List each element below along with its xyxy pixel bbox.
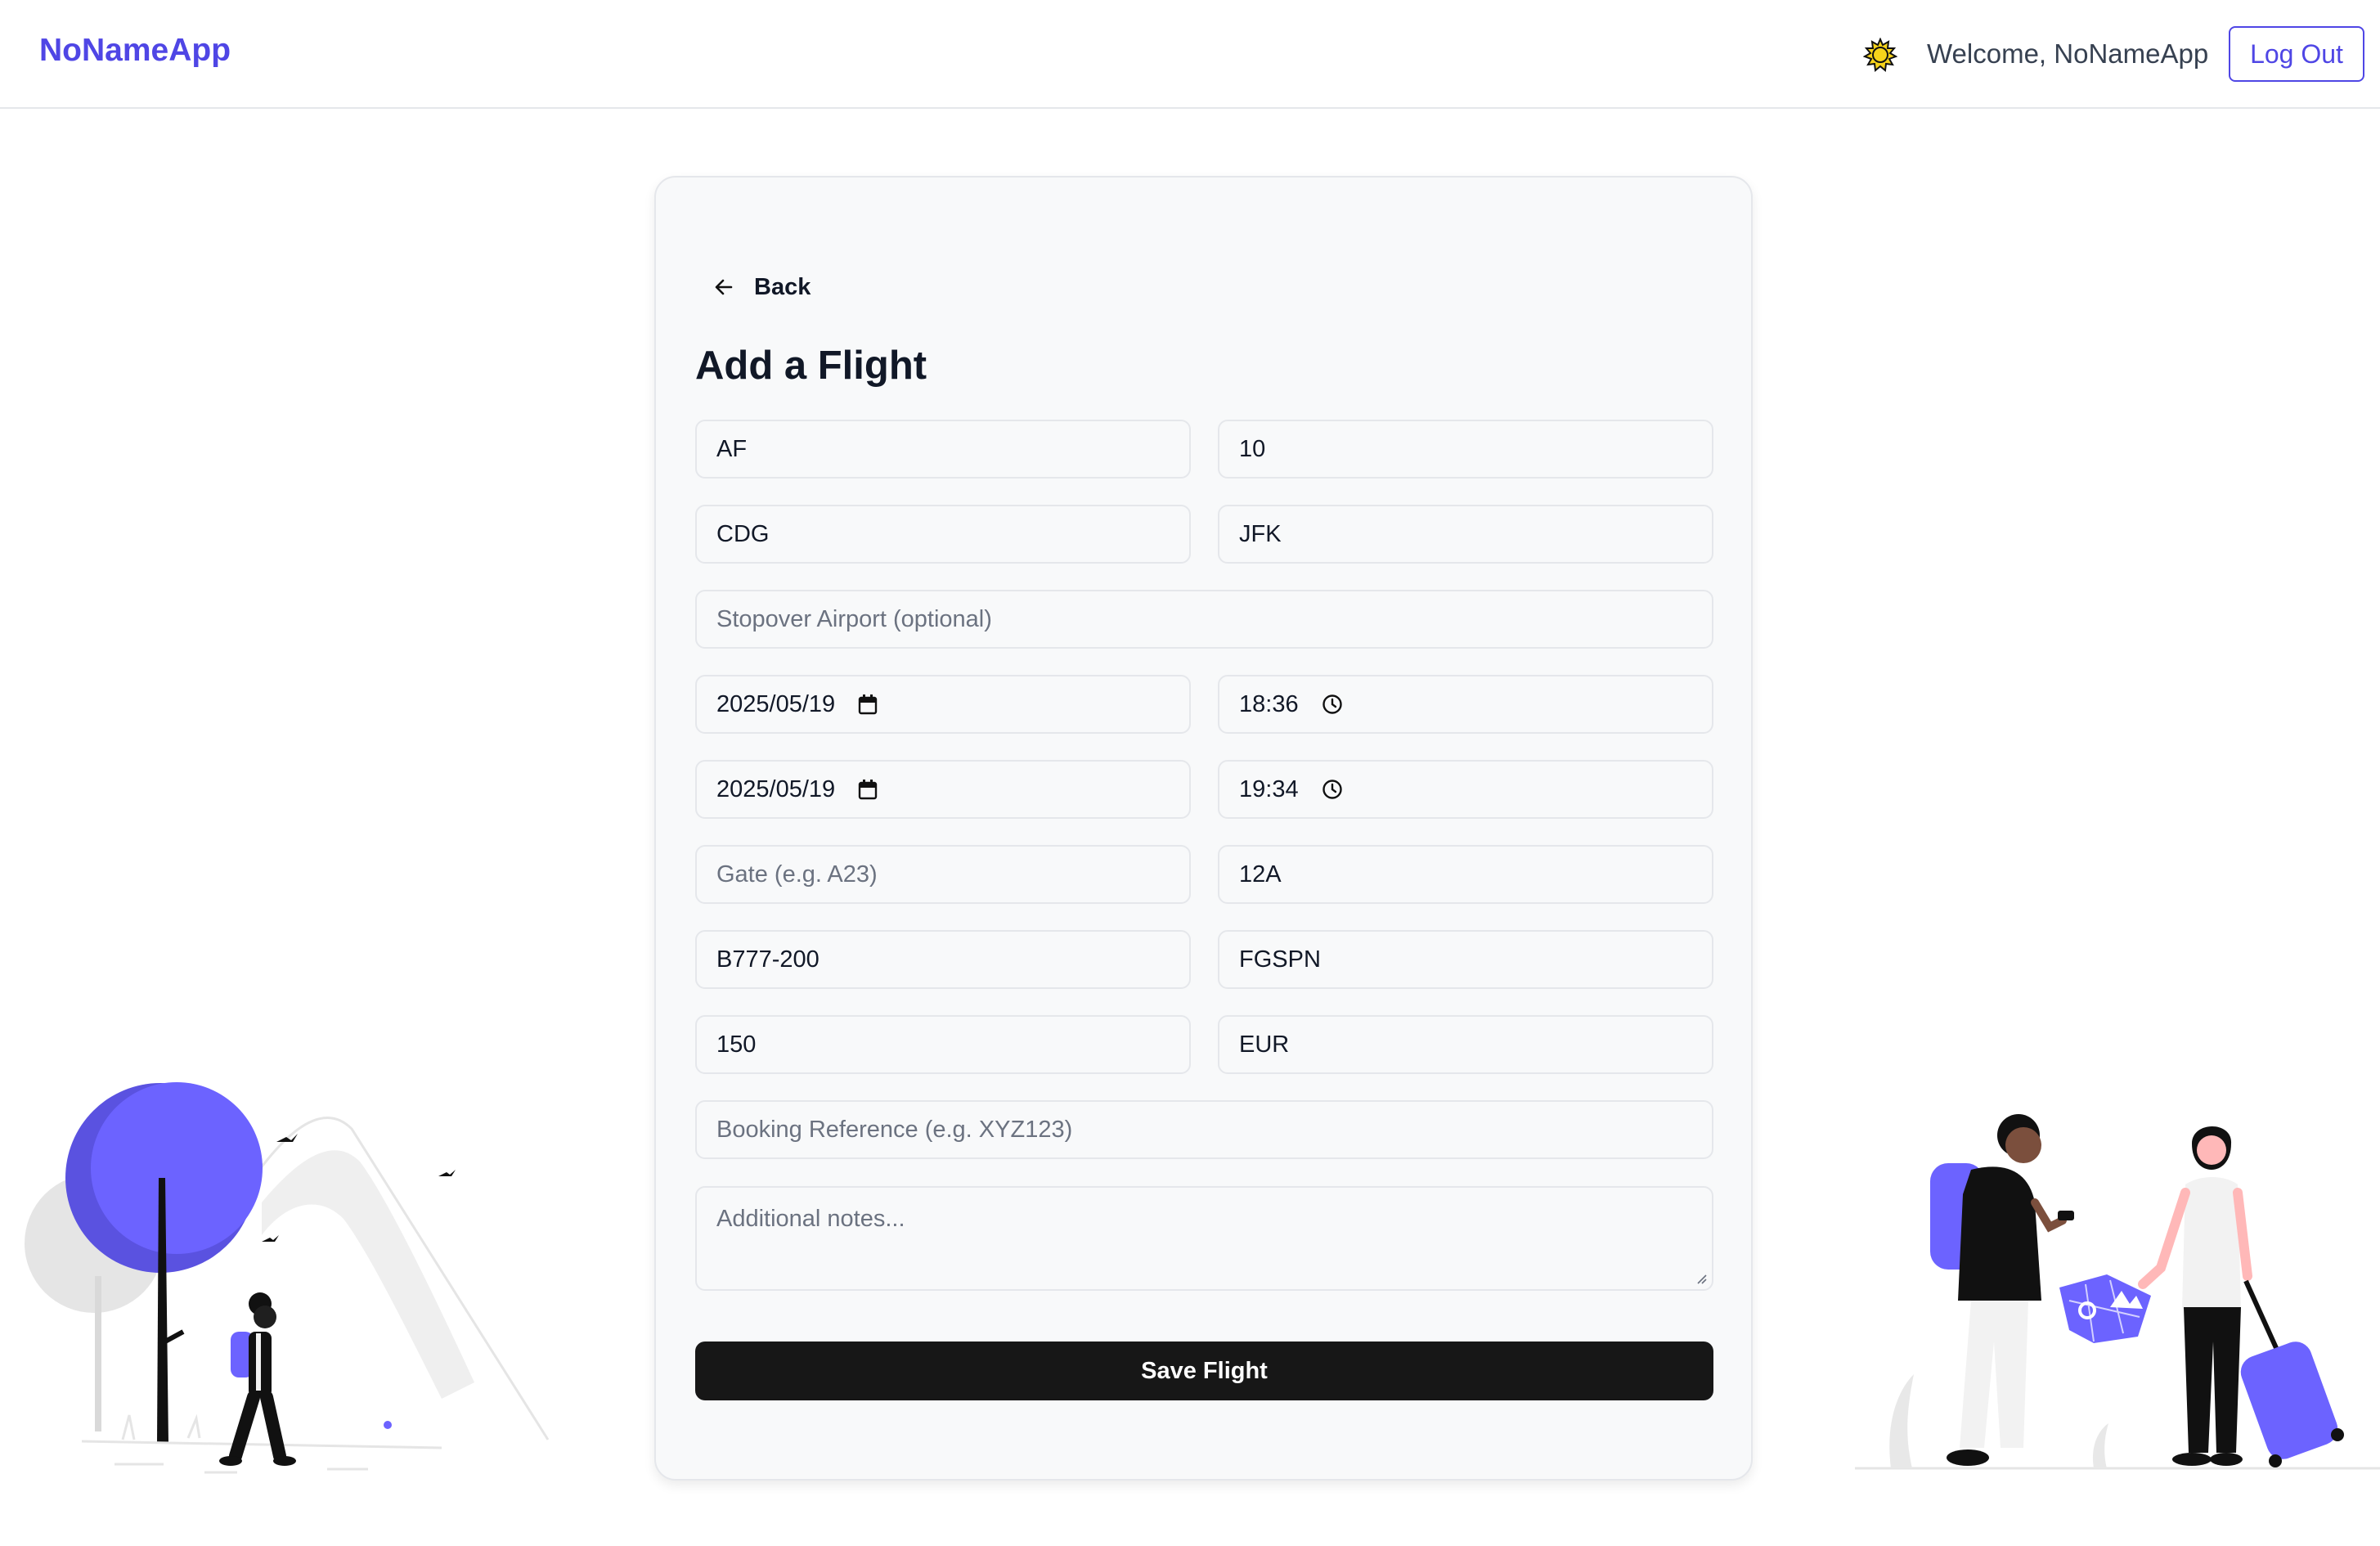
save-flight-button[interactable]: Save Flight [695, 1342, 1713, 1400]
aircraft-registration-input[interactable]: FGSPN [1218, 930, 1713, 989]
calendar-icon[interactable] [858, 694, 878, 715]
price-input[interactable]: 150 [695, 1015, 1191, 1074]
back-button[interactable]: Back [713, 269, 811, 305]
airline-code-input[interactable]: AF [695, 420, 1191, 479]
calendar-icon[interactable] [858, 779, 878, 800]
resize-handle-icon[interactable] [1694, 1271, 1707, 1284]
brand-logo[interactable]: NoNameApp [39, 33, 231, 69]
hiker-illustration [25, 1082, 550, 1474]
clock-icon[interactable] [1322, 694, 1343, 715]
stopover-airport-input[interactable]: Stopover Airport (optional) [695, 590, 1713, 649]
arrival-time-input[interactable]: 19:34 [1218, 760, 1713, 819]
arrival-time-value: 19:34 [1239, 775, 1299, 802]
departure-airport-input[interactable]: CDG [695, 505, 1191, 564]
arrow-left-icon [715, 279, 733, 295]
booking-reference-input[interactable]: Booking Reference (e.g. XYZ123) [695, 1100, 1713, 1159]
flight-number-input[interactable]: 10 [1218, 420, 1713, 479]
arrival-date-value: 2025/05/19 [716, 775, 836, 802]
clock-icon[interactable] [1322, 779, 1343, 800]
back-label: Back [754, 273, 811, 300]
departure-time-input[interactable]: 18:36 [1218, 675, 1713, 734]
notes-textarea[interactable]: Additional notes... [695, 1186, 1713, 1291]
theme-toggle-button[interactable] [1861, 36, 1899, 74]
logout-button[interactable]: Log Out [2229, 26, 2364, 82]
departure-time-value: 18:36 [1239, 690, 1299, 717]
add-flight-card: Back Add a Flight AF 10 CDG JFK Stopover… [654, 176, 1753, 1481]
travelers-illustration [1855, 1114, 2380, 1470]
gate-input[interactable]: Gate (e.g. A23) [695, 845, 1191, 904]
departure-date-input[interactable]: 2025/05/19 [695, 675, 1191, 734]
departure-date-value: 2025/05/19 [716, 690, 836, 717]
arrival-date-input[interactable]: 2025/05/19 [695, 760, 1191, 819]
sun-icon [1863, 38, 1897, 72]
arrival-airport-input[interactable]: JFK [1218, 505, 1713, 564]
seat-input[interactable]: 12A [1218, 845, 1713, 904]
welcome-text: Welcome, NoNameApp [1927, 38, 2209, 69]
currency-input[interactable]: EUR [1218, 1015, 1713, 1074]
notes-placeholder: Additional notes... [716, 1206, 905, 1232]
aircraft-type-input[interactable]: B777-200 [695, 930, 1191, 989]
page-title: Add a Flight [695, 344, 927, 388]
top-navbar: NoNameApp Welcome, NoNameApp Log Out [0, 0, 2380, 109]
